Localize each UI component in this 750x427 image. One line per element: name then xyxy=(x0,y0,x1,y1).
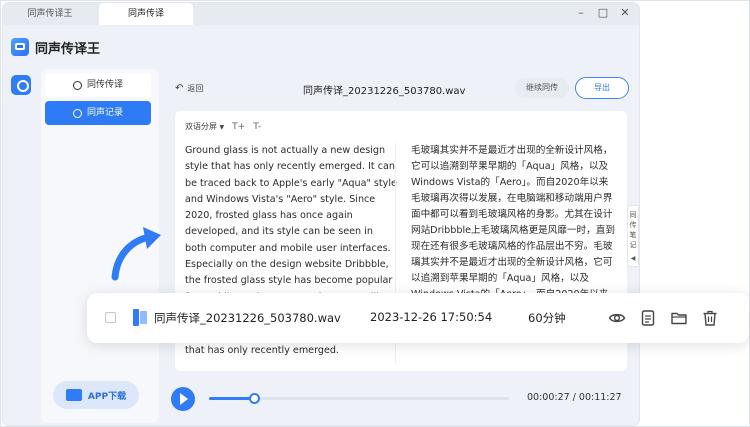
trash-icon[interactable] xyxy=(700,308,719,327)
minimize-icon[interactable]: – xyxy=(575,7,587,19)
progress-handle[interactable] xyxy=(249,393,260,404)
row-actions xyxy=(607,308,719,327)
sidebar-item-records[interactable]: 同声记录 xyxy=(45,101,151,125)
maximize-icon[interactable]: □ xyxy=(597,7,609,19)
transcript-toolbar: 双语分屏 ▼ T+ T- xyxy=(185,121,261,132)
english-transcript: Ground glass is not actually a new desig… xyxy=(185,145,397,297)
notes-side-tab[interactable]: 同传笔记 ◀ xyxy=(627,205,639,267)
back-arrow-icon: ↶ xyxy=(175,83,184,94)
split-view-dropdown[interactable]: 双语分屏 ▼ xyxy=(185,121,224,132)
notes-tab-label: 同传笔记 xyxy=(629,211,637,249)
document-icon[interactable] xyxy=(638,308,657,327)
play-button[interactable] xyxy=(171,387,195,411)
sidebar-item-label: 同传传译 xyxy=(86,80,123,90)
sidebar-item-interpret[interactable]: 同传传译 xyxy=(45,73,151,97)
back-label: 返回 xyxy=(187,84,204,93)
tab-app-home[interactable]: 同声传译王 xyxy=(3,3,97,25)
eye-icon[interactable] xyxy=(607,308,626,327)
chevron-down-icon: ▼ xyxy=(219,124,225,131)
file-duration: 60分钟 xyxy=(528,311,566,325)
translate-icon xyxy=(72,80,82,90)
app-window: 同声传译王 同声传译 – □ ✕ 同声传译王 同传传译 同声记录 APP下载 ↶… xyxy=(3,3,639,425)
sidebar-item-label: 同声记录 xyxy=(86,108,123,118)
app-download-label: APP下载 xyxy=(87,391,127,402)
pointer-arrow-icon xyxy=(111,227,161,281)
app-title: 同声传译王 xyxy=(35,41,101,57)
app-download-button[interactable]: APP下载 xyxy=(53,381,139,409)
continue-button[interactable]: 继续同传 xyxy=(515,78,569,98)
playback-time: 00:00:27 / 00:11:27 xyxy=(527,392,622,403)
file-date: 2023-12-26 17:50:54 xyxy=(370,310,493,324)
close-icon[interactable]: ✕ xyxy=(619,7,631,19)
folder-icon[interactable] xyxy=(669,308,688,327)
font-increase-button[interactable]: T+ xyxy=(232,122,245,132)
progress-track[interactable] xyxy=(209,393,509,404)
profile-icon[interactable] xyxy=(11,75,31,95)
app-title-row: 同声传译王 xyxy=(11,37,100,57)
font-decrease-button[interactable]: T- xyxy=(253,122,261,132)
clock-icon xyxy=(72,108,82,118)
file-list-row[interactable]: 同声传译_20231226_503780.wav 2023-12-26 17:5… xyxy=(87,293,749,343)
audio-player: 00:00:27 / 00:11:27 xyxy=(171,387,631,411)
tab-bar: 同声传译王 同声传译 – □ ✕ xyxy=(3,3,639,25)
audio-file-icon xyxy=(133,309,147,326)
back-button[interactable]: ↶ 返回 xyxy=(175,83,203,94)
export-button[interactable]: 导出 xyxy=(575,77,629,99)
progress-fill xyxy=(209,397,254,400)
english-transcript-tail: that has only recently emerged. xyxy=(185,345,339,356)
file-title: 同声传译_20231226_503780.wav xyxy=(303,86,466,97)
app-logo-icon xyxy=(11,38,29,56)
window-controls: – □ ✕ xyxy=(575,7,631,19)
file-name: 同声传译_20231226_503780.wav xyxy=(154,311,341,325)
phone-icon xyxy=(65,389,82,401)
split-view-label: 双语分屏 xyxy=(185,122,217,131)
tab-simultaneous[interactable]: 同声传译 xyxy=(99,3,193,25)
select-checkbox[interactable] xyxy=(105,312,116,323)
collapse-icon: ◀ xyxy=(630,255,636,262)
chinese-transcript: 毛玻璃其实并不是最近才出现的全新设计风格，它可以追溯到苹果早期的「Aqua」风格… xyxy=(411,145,615,297)
screenshot-frame: 同声传译王 同声传译 – □ ✕ 同声传译王 同传传译 同声记录 APP下载 ↶… xyxy=(0,0,750,427)
